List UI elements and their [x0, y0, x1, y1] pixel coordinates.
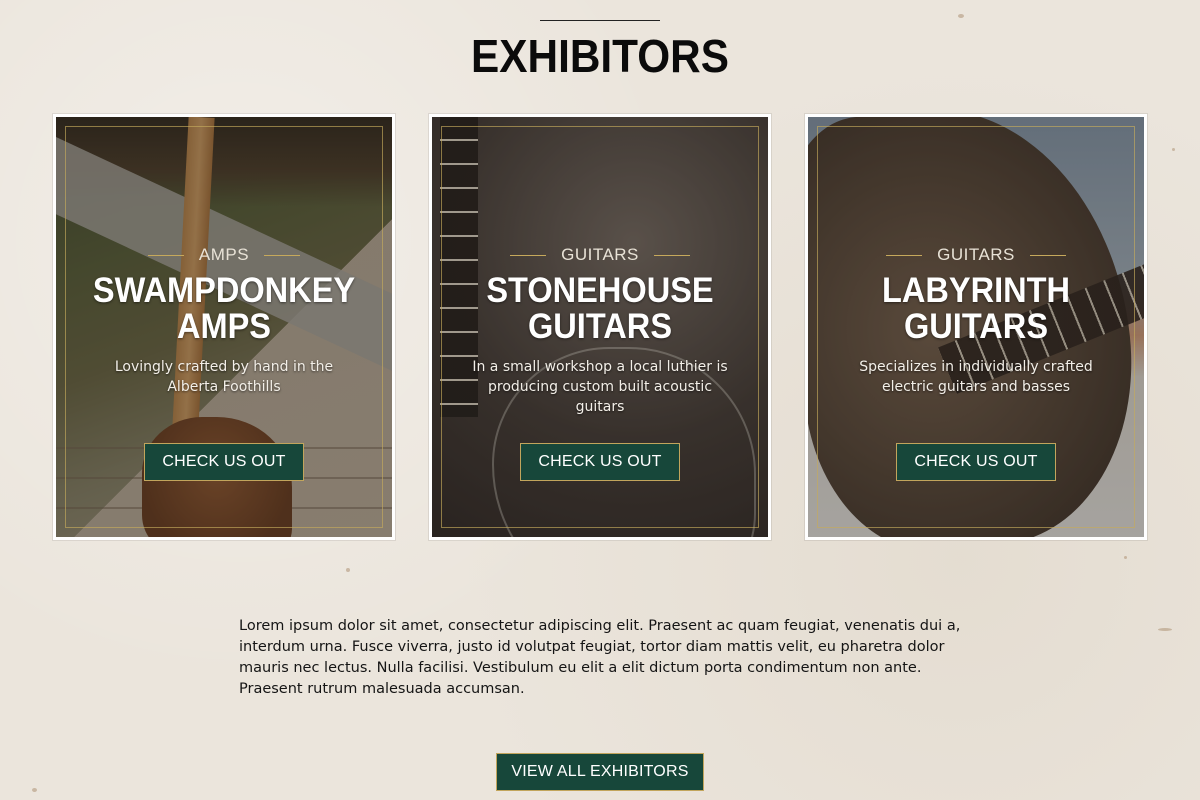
- exhibitor-card-stonehouse[interactable]: GUITARS STONEHOUSE GUITARS In a small wo…: [429, 114, 771, 540]
- exhibitor-card-labyrinth[interactable]: GUITARS LABYRINTH GUITARS Specializes in…: [805, 114, 1147, 540]
- check-us-out-button[interactable]: CHECK US OUT: [144, 443, 304, 481]
- view-all-exhibitors-button[interactable]: VIEW ALL EXHIBITORS: [496, 753, 704, 791]
- card-description: In a small workshop a local luthier is p…: [472, 359, 728, 415]
- card-title: STONEHOUSE GUITARS: [444, 273, 756, 345]
- paper-speck: [1158, 628, 1172, 631]
- card-content: AMPS SWAMPDONKEY AMPS Lovingly crafted b…: [56, 245, 392, 397]
- paper-speck: [1124, 556, 1127, 559]
- paper-speck: [346, 568, 350, 572]
- card-category-row: AMPS: [56, 245, 392, 265]
- category-line-left: [147, 255, 184, 256]
- category-line-left: [886, 255, 922, 256]
- category-line-left: [510, 255, 546, 256]
- check-us-out-button[interactable]: CHECK US OUT: [520, 443, 680, 481]
- card-title-line: GUITARS: [527, 307, 673, 346]
- card-title-line: GUITARS: [903, 307, 1049, 346]
- card-content: GUITARS STONEHOUSE GUITARS In a small wo…: [432, 245, 768, 417]
- paper-speck: [958, 14, 964, 18]
- category-line-right: [654, 255, 690, 256]
- card-category-row: GUITARS: [808, 245, 1144, 265]
- card-category-row: GUITARS: [432, 245, 768, 265]
- card-title-line: STONEHOUSE: [486, 271, 714, 310]
- category-line-right: [1030, 255, 1066, 256]
- card-title-line: SWAMPDONKEY: [92, 271, 356, 310]
- card-title-line: LABYRINTH: [881, 271, 1071, 310]
- intro-paragraph: Lorem ipsum dolor sit amet, consectetur …: [239, 618, 961, 697]
- card-title-line: AMPS: [176, 307, 272, 346]
- card-description: Specializes in individually crafted elec…: [859, 359, 1093, 395]
- card-category: GUITARS: [937, 245, 1015, 264]
- section-title: EXHIBITORS: [471, 30, 729, 82]
- card-title: LABYRINTH GUITARS: [820, 273, 1132, 345]
- check-us-out-button[interactable]: CHECK US OUT: [896, 443, 1056, 481]
- card-title: SWAMPDONKEY AMPS: [68, 273, 380, 345]
- card-description: Lovingly crafted by hand in the Alberta …: [114, 359, 334, 395]
- category-line-right: [264, 255, 301, 256]
- card-category: GUITARS: [561, 245, 639, 264]
- title-rule: [540, 20, 660, 21]
- paper-speck: [32, 788, 37, 792]
- card-content: GUITARS LABYRINTH GUITARS Specializes in…: [808, 245, 1144, 397]
- card-category: AMPS: [198, 245, 250, 264]
- paper-speck: [1172, 148, 1175, 151]
- exhibitor-card-swampdonkey[interactable]: AMPS SWAMPDONKEY AMPS Lovingly crafted b…: [53, 114, 395, 540]
